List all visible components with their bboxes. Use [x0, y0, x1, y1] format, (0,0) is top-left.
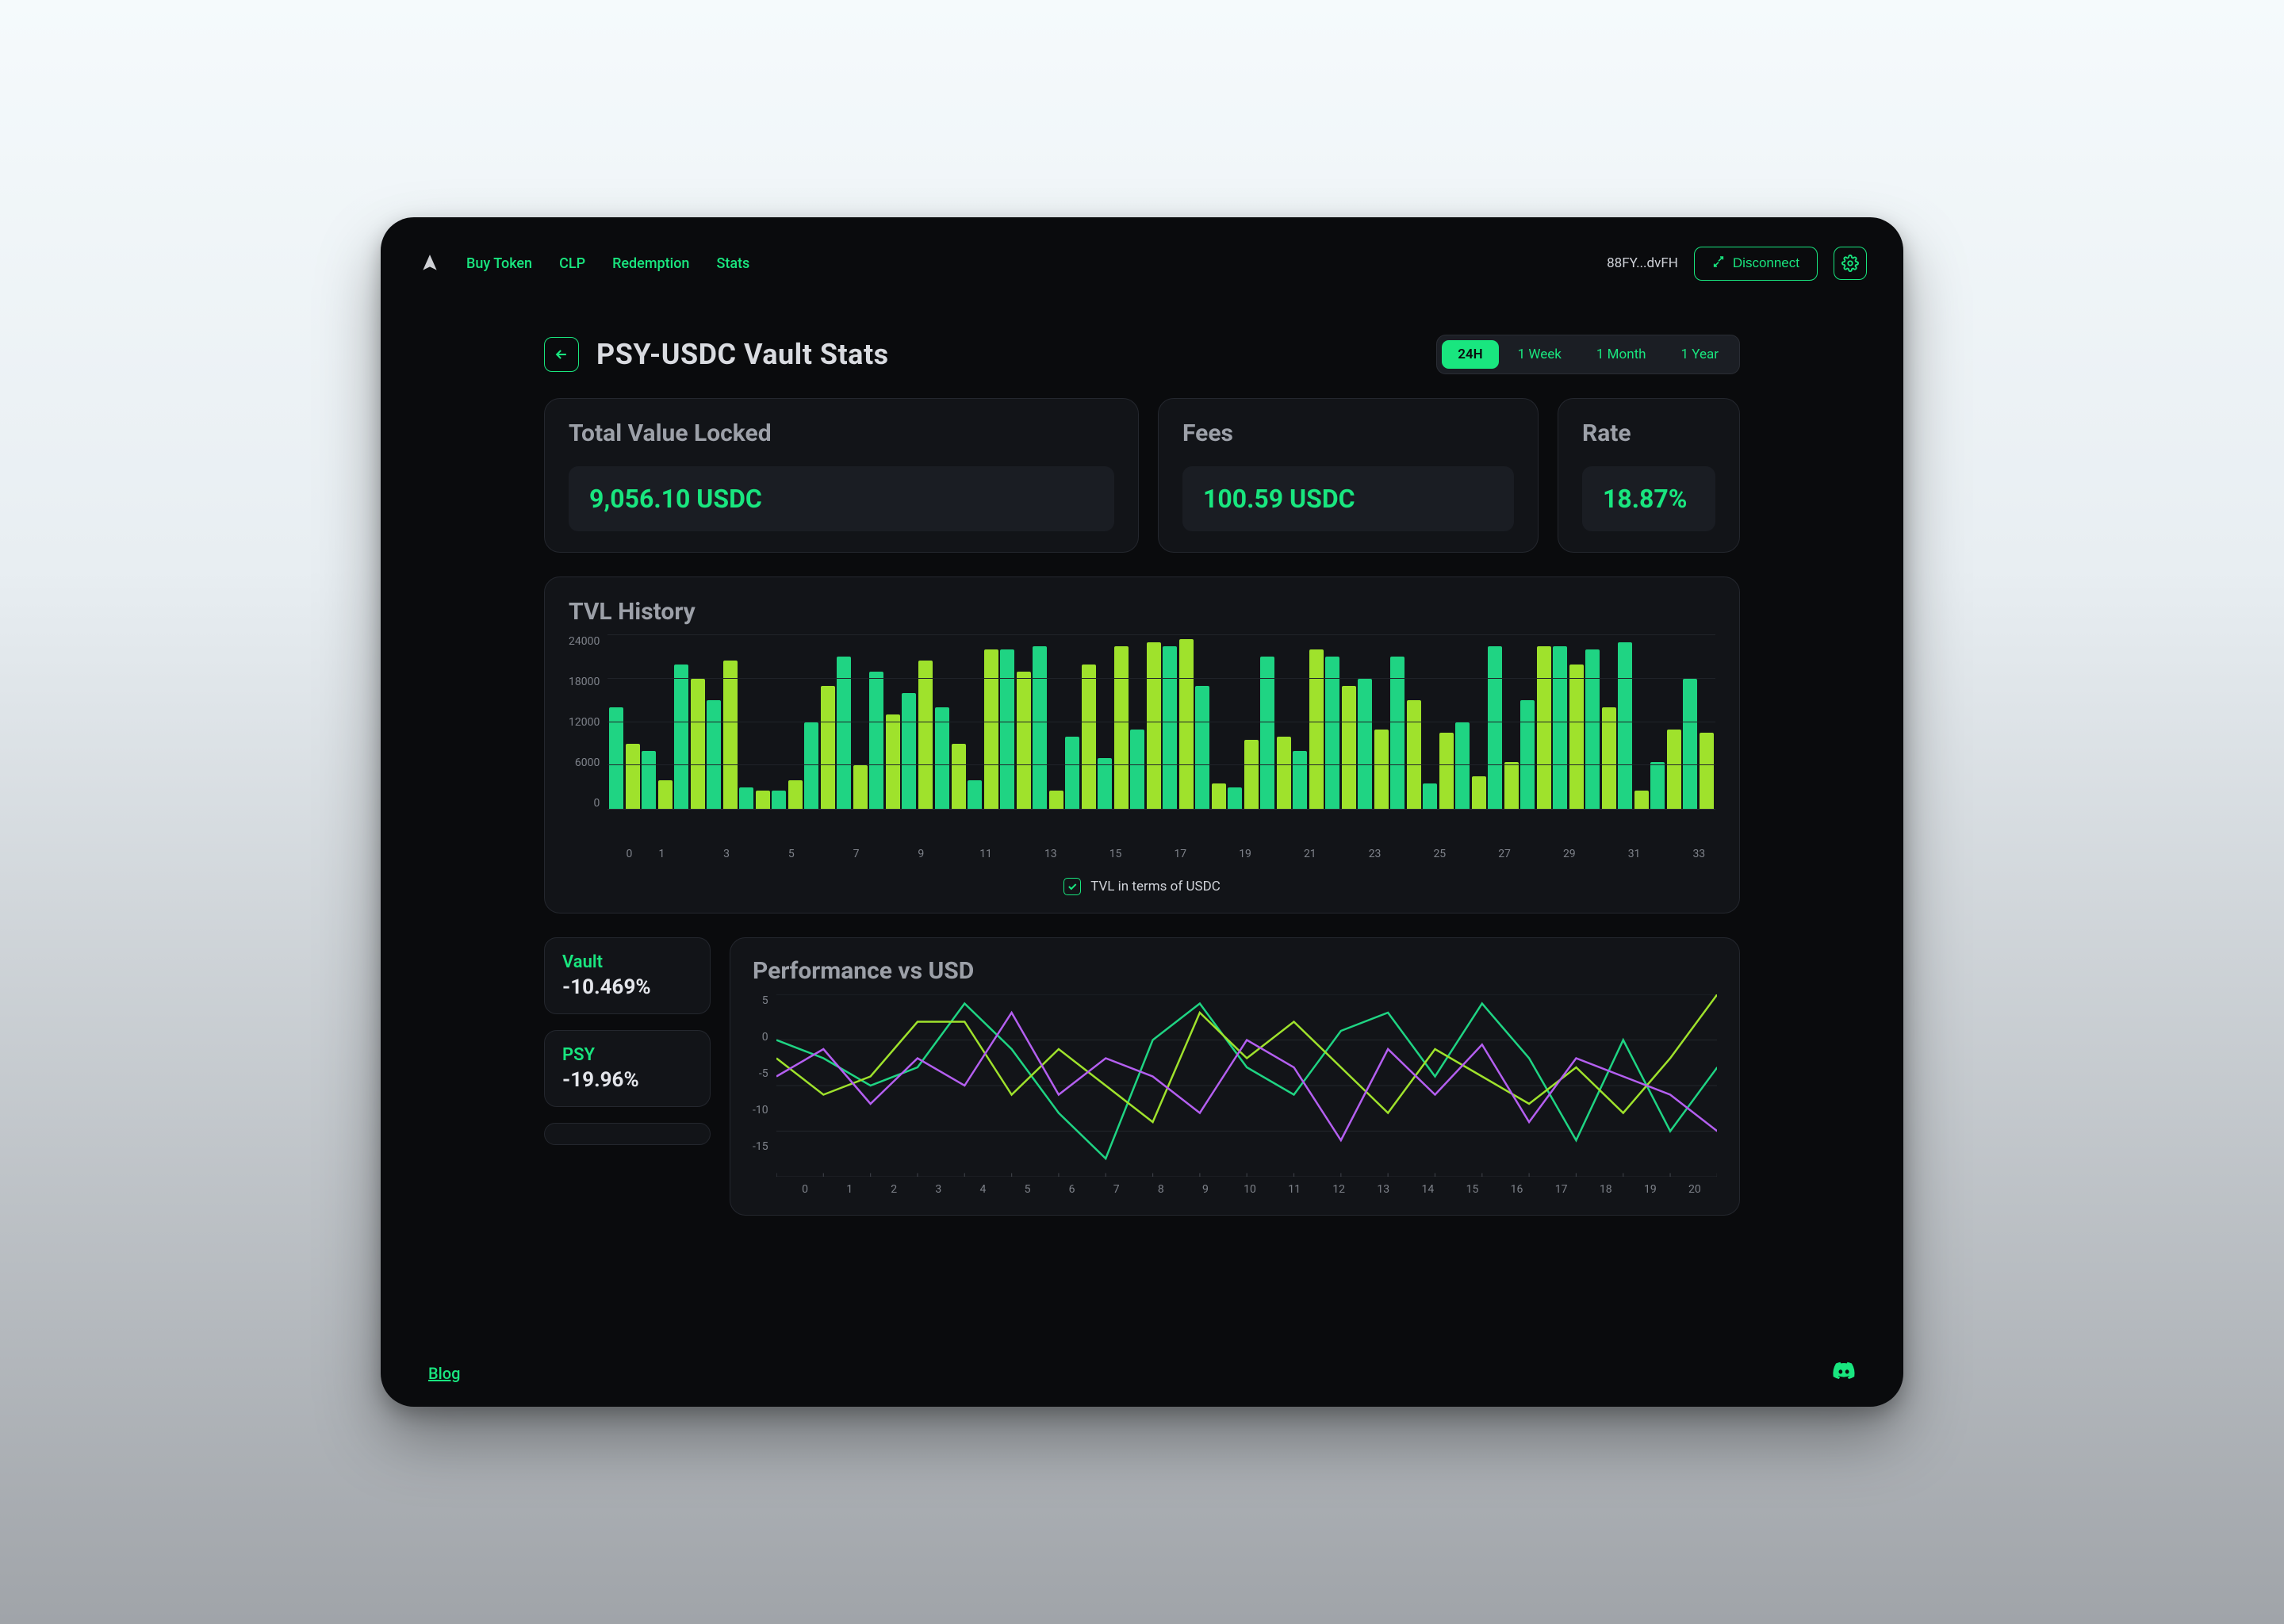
- tab-1week[interactable]: 1 Week: [1502, 340, 1577, 369]
- bar-group: [1130, 635, 1161, 809]
- bar-group: [1618, 635, 1649, 809]
- app-header: Buy Token CLP Redemption Stats 88FY...dv…: [409, 239, 1875, 287]
- rate-value: 18.87%: [1603, 484, 1695, 514]
- back-button[interactable]: [544, 337, 579, 372]
- bar-group: [869, 635, 900, 809]
- bar-group: [804, 635, 835, 809]
- tab-24h[interactable]: 24H: [1442, 340, 1498, 369]
- rate-label: Rate: [1582, 419, 1715, 447]
- disconnect-icon: [1712, 255, 1725, 272]
- tvl-label: Total Value Locked: [569, 419, 1114, 447]
- line-plot: [776, 994, 1717, 1177]
- bar-group: [1163, 635, 1194, 809]
- bar-group: [1065, 635, 1096, 809]
- psy-mini-value: -19.96%: [562, 1068, 692, 1092]
- bar-group: [1195, 635, 1226, 809]
- discord-icon: [1832, 1359, 1856, 1383]
- tvl-history-title: TVL History: [569, 598, 1715, 626]
- tvl-legend-checkbox[interactable]: [1063, 878, 1081, 895]
- nav-clp[interactable]: CLP: [559, 255, 585, 272]
- psy-mini-card: PSY -19.96%: [544, 1030, 711, 1107]
- bar-x-axis: 013579111315171921232527293133: [569, 848, 1715, 860]
- bar-group: [609, 635, 640, 809]
- bar-group: [935, 635, 966, 809]
- disconnect-label: Disconnect: [1733, 255, 1799, 271]
- tab-1month[interactable]: 1 Month: [1581, 340, 1662, 369]
- bar-group: [1390, 635, 1421, 809]
- vault-mini-value: -10.469%: [562, 975, 692, 999]
- bar-group: [1358, 635, 1389, 809]
- top-nav: Buy Token CLP Redemption Stats: [466, 255, 749, 272]
- tvl-legend: TVL in terms of USDC: [569, 878, 1715, 895]
- bar-group: [1000, 635, 1031, 809]
- tvl-value: 9,056.10 USDC: [589, 484, 1094, 514]
- bar-group: [739, 635, 770, 809]
- bar-group: [707, 635, 738, 809]
- psy-mini-label: PSY: [562, 1045, 692, 1065]
- bar-y-axis: 24000180001200060000: [569, 635, 607, 810]
- time-range-tabs: 24H 1 Week 1 Month 1 Year: [1436, 335, 1740, 374]
- bar-group: [1650, 635, 1681, 809]
- wallet-address: 88FY...dvFH: [1607, 255, 1678, 271]
- nav-buy-token[interactable]: Buy Token: [466, 255, 532, 272]
- bar-group: [902, 635, 933, 809]
- page-title: PSY-USDC Vault Stats: [596, 338, 889, 371]
- bar-group: [1488, 635, 1519, 809]
- logo-icon: [417, 251, 443, 276]
- disconnect-button[interactable]: Disconnect: [1694, 247, 1818, 281]
- tvl-history-card: TVL History 24000180001200060000 0135791…: [544, 576, 1740, 914]
- bar-group: [674, 635, 705, 809]
- bar-group: [1293, 635, 1324, 809]
- bar-group: [642, 635, 673, 809]
- bar-group: [1585, 635, 1616, 809]
- vault-mini-card: Vault -10.469%: [544, 937, 711, 1014]
- rate-card: Rate 18.87%: [1558, 398, 1740, 553]
- bar-group: [1228, 635, 1259, 809]
- third-mini-card: [544, 1123, 711, 1145]
- nav-redemption[interactable]: Redemption: [612, 255, 689, 272]
- gear-icon: [1841, 255, 1859, 272]
- arrow-left-icon: [554, 347, 569, 362]
- fees-value: 100.59 USDC: [1203, 484, 1493, 514]
- bar-group: [1325, 635, 1356, 809]
- line-x-axis: 01234567891011121314151617181920: [753, 1183, 1717, 1196]
- bar-group: [1098, 635, 1129, 809]
- fees-card: Fees 100.59 USDC: [1158, 398, 1539, 553]
- bar-group: [1423, 635, 1454, 809]
- bar-group: [837, 635, 868, 809]
- nav-stats[interactable]: Stats: [716, 255, 749, 272]
- bar-group: [968, 635, 998, 809]
- bar-group: [1260, 635, 1291, 809]
- footer-discord-link[interactable]: [1832, 1359, 1856, 1386]
- tab-1year[interactable]: 1 Year: [1665, 340, 1734, 369]
- line-y-axis: 50-5-10-15: [753, 994, 776, 1153]
- tvl-legend-label: TVL in terms of USDC: [1090, 879, 1221, 894]
- performance-card: Performance vs USD 50-5-10-15 0123456789…: [730, 937, 1740, 1216]
- bar-group: [1455, 635, 1486, 809]
- vault-mini-label: Vault: [562, 952, 692, 972]
- bar-group: [772, 635, 803, 809]
- bar-group: [1683, 635, 1714, 809]
- footer-blog-link[interactable]: Blog: [428, 1364, 460, 1383]
- bar-group: [1033, 635, 1063, 809]
- performance-title: Performance vs USD: [753, 957, 1717, 985]
- settings-button[interactable]: [1834, 247, 1867, 280]
- tvl-card: Total Value Locked 9,056.10 USDC: [544, 398, 1139, 553]
- bar-group: [1520, 635, 1551, 809]
- bar-group: [1553, 635, 1584, 809]
- fees-label: Fees: [1182, 419, 1514, 447]
- bar-plot: [607, 635, 1715, 810]
